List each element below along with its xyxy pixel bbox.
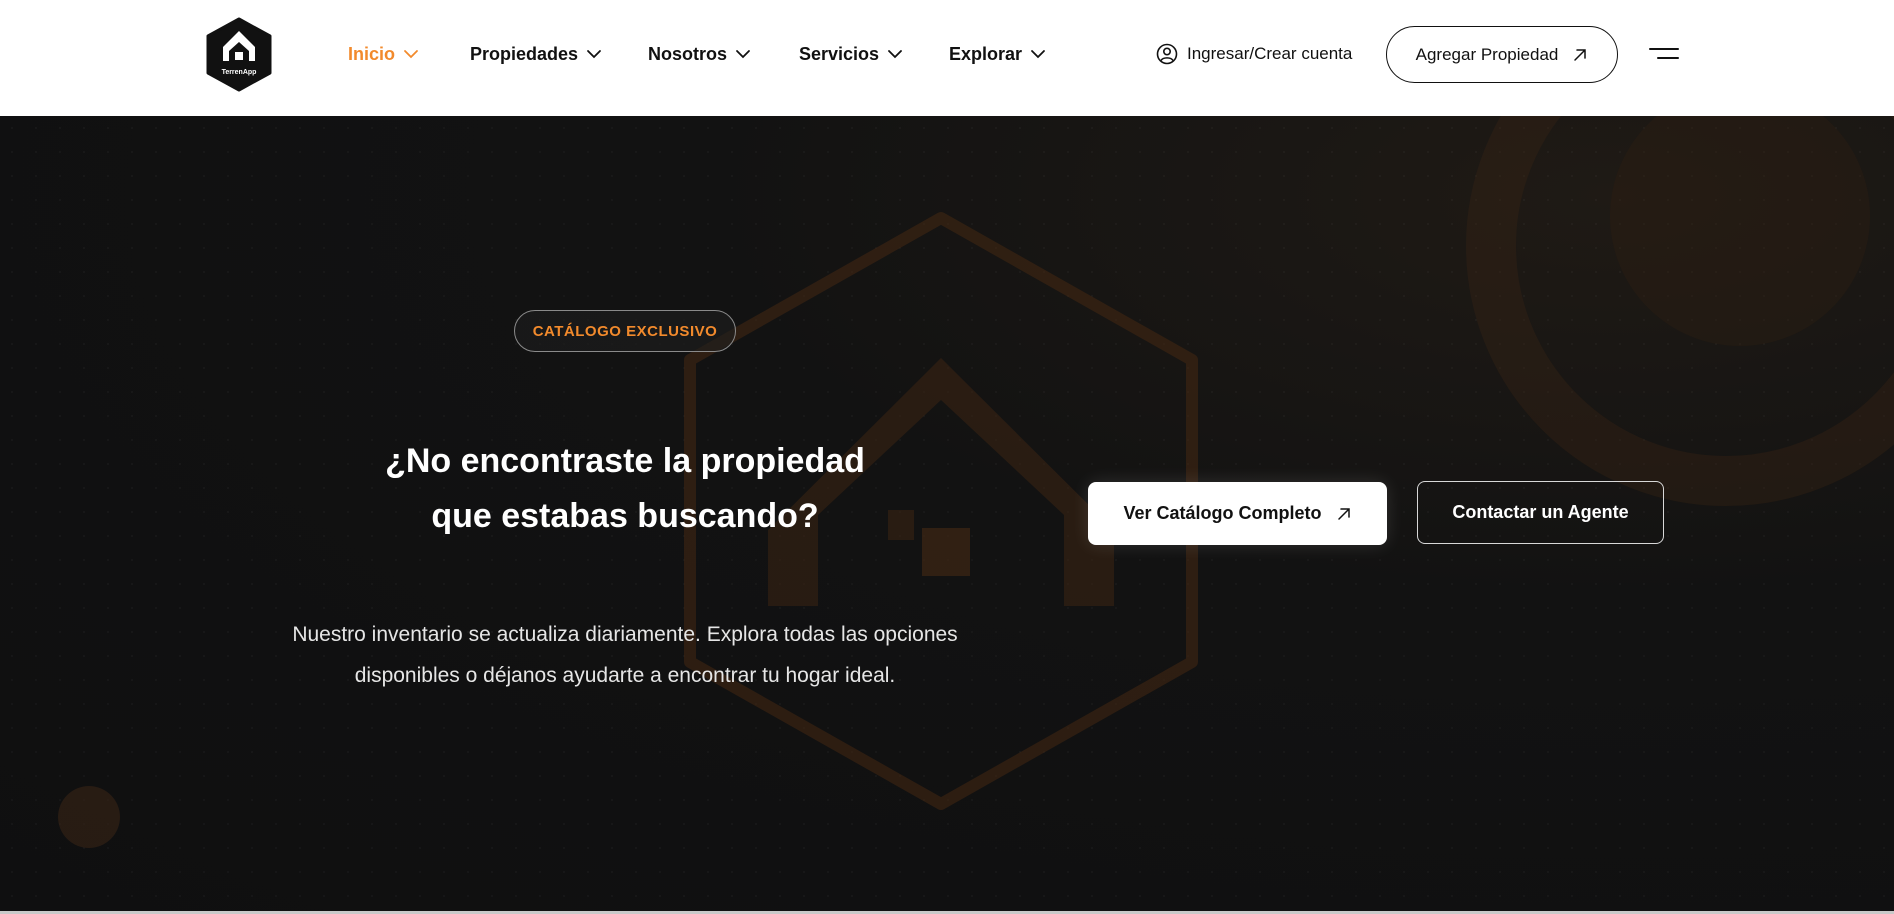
menu-line-top bbox=[1649, 48, 1679, 50]
menu-line-bottom bbox=[1657, 57, 1679, 59]
headline-line-2: que estabas buscando? bbox=[431, 497, 819, 535]
user-circle-icon bbox=[1156, 43, 1178, 65]
login-label: Ingresar/Crear cuenta bbox=[1187, 44, 1353, 63]
view-catalog-label: Ver Catálogo Completo bbox=[1123, 503, 1322, 523]
view-catalog-button[interactable]: Ver Catálogo Completo bbox=[1088, 482, 1387, 545]
login-link[interactable]: Ingresar/Crear cuenta bbox=[1156, 40, 1352, 68]
description-line-2: disponibles o déjanos ayudarte a encontr… bbox=[354, 664, 896, 687]
nav-item-inicio[interactable]: Inicio bbox=[348, 44, 470, 65]
chevron-down-icon bbox=[1031, 50, 1045, 59]
decorative-blob bbox=[58, 786, 120, 848]
arrow-up-right-icon bbox=[1337, 507, 1350, 520]
hero-description: Nuestro inventario se actualiza diariame… bbox=[240, 614, 1010, 696]
nav-item-label: Nosotros bbox=[648, 43, 728, 64]
nav-item-servicios[interactable]: Servicios bbox=[799, 44, 949, 65]
nav-item-label: Inicio bbox=[348, 43, 396, 64]
arrow-up-right-icon bbox=[1574, 48, 1587, 61]
nav-item-label: Explorar bbox=[949, 43, 1023, 64]
add-property-label: Agregar Propiedad bbox=[1415, 44, 1559, 64]
contact-agent-button[interactable]: Contactar un Agente bbox=[1417, 481, 1664, 544]
contact-agent-label: Contactar un Agente bbox=[1452, 502, 1629, 522]
nav-item-label: Servicios bbox=[799, 43, 880, 64]
chevron-down-icon bbox=[736, 50, 750, 59]
nav-item-label: Propiedades bbox=[470, 43, 579, 64]
logo-wordmark: TerrenApp bbox=[222, 69, 257, 76]
nav-item-nosotros[interactable]: Nosotros bbox=[648, 44, 799, 65]
chevron-down-icon bbox=[587, 50, 601, 59]
hero-headline: ¿No encontraste la propiedad que estabas… bbox=[325, 434, 925, 544]
hero-section: CATÁLOGO EXCLUSIVO ¿No encontraste la pr… bbox=[0, 116, 1894, 914]
chevron-down-icon bbox=[888, 50, 902, 59]
logo-hexagon-icon: TerrenApp bbox=[206, 17, 272, 92]
headline-line-1: ¿No encontraste la propiedad bbox=[385, 442, 865, 480]
main-nav: Inicio Propiedades Nosotros Servicios Ex… bbox=[348, 0, 1069, 108]
add-property-button[interactable]: Agregar Propiedad bbox=[1386, 26, 1618, 83]
nav-item-propiedades[interactable]: Propiedades bbox=[470, 44, 648, 65]
terrenapp-logo[interactable]: TerrenApp bbox=[205, 17, 273, 92]
nav-item-explorar[interactable]: Explorar bbox=[949, 44, 1069, 65]
chevron-down-icon bbox=[404, 50, 418, 59]
description-line-1: Nuestro inventario se actualiza diariame… bbox=[292, 623, 958, 646]
site-header: TerrenApp Inicio Propiedades Nosotros Se… bbox=[0, 0, 1894, 116]
hamburger-menu-icon[interactable] bbox=[1649, 44, 1679, 64]
catalog-badge: CATÁLOGO EXCLUSIVO bbox=[514, 310, 736, 352]
